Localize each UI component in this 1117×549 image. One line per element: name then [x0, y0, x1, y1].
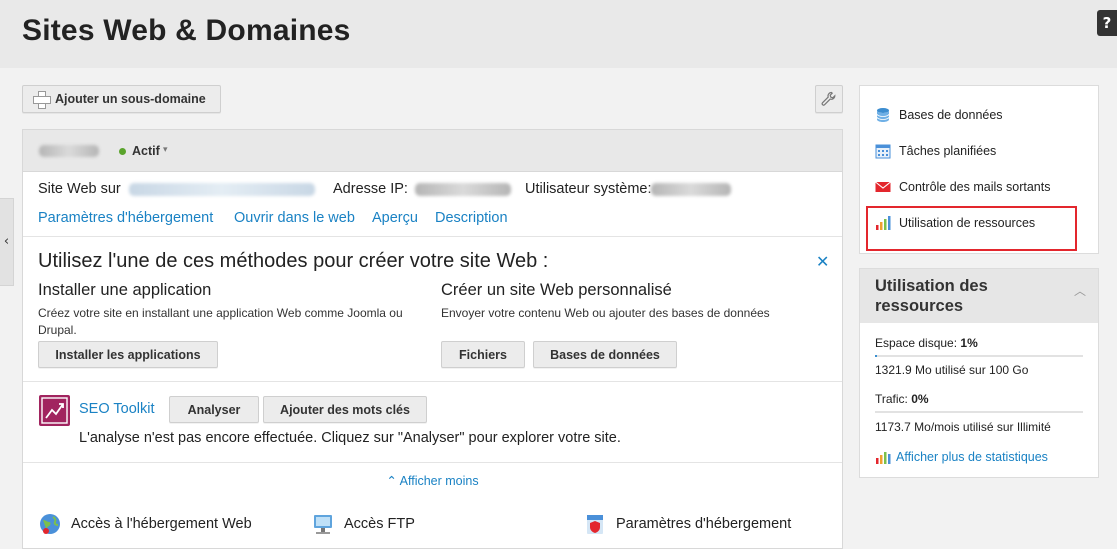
site-url-redacted[interactable]: [129, 183, 315, 196]
custom-site-description: Envoyer votre contenu Web ou ajouter des…: [441, 306, 770, 320]
highlight-box: [866, 206, 1077, 251]
domain-card-header: Actif ▾: [23, 130, 842, 172]
page-header: Sites Web & Domaines ?: [0, 0, 1117, 68]
disk-space-label: Espace disque: 1%: [875, 336, 978, 350]
scheduled-tasks-label: Tâches planifiées: [899, 144, 997, 158]
disk-usage-detail: 1321.9 Mo utilisé sur 100 Go: [875, 363, 1029, 377]
install-app-description: Créez votre site en installant une appli…: [38, 306, 403, 337]
databases-menu-item[interactable]: Bases de données: [875, 107, 1003, 123]
disk-value: 1%: [960, 336, 978, 350]
show-less-label: Afficher moins: [399, 474, 479, 488]
ip-label: Adresse IP:: [333, 181, 408, 197]
domain-name-redacted[interactable]: [39, 145, 99, 157]
databases-button[interactable]: Bases de données: [533, 341, 677, 368]
seo-toolkit-link[interactable]: SEO Toolkit: [79, 401, 155, 417]
ip-value-redacted: [415, 183, 511, 196]
seo-toolkit-icon: [39, 395, 70, 426]
add-keywords-button[interactable]: Ajouter des mots clés: [263, 396, 427, 423]
web-hosting-access-label: Accès à l'hébergement Web: [71, 516, 252, 532]
traffic-usage-bar: [875, 411, 1083, 413]
resource-panel-header: Utilisation des ressources ︿: [860, 269, 1098, 323]
status-dot: [119, 148, 126, 155]
wrench-icon: [821, 91, 836, 106]
system-user-redacted: [651, 183, 731, 196]
create-site-title: Utilisez l'une de ces méthodes pour crée…: [38, 250, 549, 272]
disk-label-text: Espace disque:: [875, 336, 958, 350]
traffic-value: 0%: [911, 392, 929, 406]
hosting-parameters-label: Paramètres d'hébergement: [616, 516, 792, 532]
chevron-up-icon[interactable]: ︿: [1074, 282, 1086, 299]
add-subdomain-button[interactable]: Ajouter un sous-domaine: [22, 85, 221, 113]
resource-usage-panel: Utilisation des ressources ︿ Espace disq…: [859, 268, 1099, 478]
show-less-toggle[interactable]: ⌃ Afficher moins: [23, 473, 842, 488]
open-in-web-link[interactable]: Ouvrir dans le web: [234, 210, 355, 226]
outgoing-mail-label: Contrôle des mails sortants: [899, 180, 1051, 194]
divider: [23, 236, 842, 237]
install-app-title: Installer une application: [38, 281, 212, 299]
databases-menu-label: Bases de données: [899, 108, 1003, 122]
chevron-up-icon: ⌃: [386, 474, 400, 488]
hosting-settings-icon: [587, 515, 603, 534]
help-button[interactable]: ?: [1097, 10, 1117, 36]
resource-panel-title: Utilisation des ressources: [875, 277, 988, 315]
divider: [23, 462, 842, 463]
description-link[interactable]: Description: [435, 210, 508, 226]
calendar-icon: [875, 144, 891, 159]
plus-icon: [33, 91, 51, 109]
web-hosting-access-item[interactable]: Accès à l'hébergement Web: [38, 512, 252, 536]
system-user-label: Utilisateur système:: [525, 181, 652, 197]
database-icon: [876, 108, 890, 122]
divider: [23, 381, 842, 382]
traffic-label-text: Trafic:: [875, 392, 908, 406]
right-shortcuts-panel: Bases de données Tâches planifiées Contr…: [859, 85, 1099, 254]
traffic-usage-detail: 1173.7 Mo/mois utilisé sur Illimité: [875, 420, 1051, 434]
hosting-parameters-item[interactable]: Paramètres d'hébergement: [583, 512, 791, 536]
status-label[interactable]: Actif: [132, 144, 160, 158]
more-stats-label: Afficher plus de statistiques: [896, 450, 1048, 464]
add-subdomain-label: Ajouter un sous-domaine: [55, 92, 206, 106]
ftp-icon: [314, 515, 332, 534]
close-icon[interactable]: ✕: [816, 252, 829, 271]
hosting-settings-link[interactable]: Paramètres d'hébergement: [38, 210, 213, 226]
scheduled-tasks-menu-item[interactable]: Tâches planifiées: [875, 143, 996, 159]
install-apps-button[interactable]: Installer les applications: [38, 341, 218, 368]
outgoing-mail-menu-item[interactable]: Contrôle des mails sortants: [875, 179, 1050, 195]
analyze-button[interactable]: Analyser: [169, 396, 259, 423]
custom-site-title: Créer un site Web personnalisé: [441, 281, 672, 299]
mail-icon: [875, 181, 891, 192]
settings-wrench-button[interactable]: [815, 85, 843, 113]
files-button[interactable]: Fichiers: [441, 341, 525, 368]
globe-icon: [40, 514, 60, 534]
sidebar-collapse-toggle[interactable]: ‹: [0, 198, 14, 286]
traffic-label: Trafic: 0%: [875, 392, 929, 406]
site-label: Site Web sur: [38, 181, 121, 197]
preview-link[interactable]: Aperçu: [372, 210, 418, 226]
bar-chart-icon: [876, 452, 891, 464]
seo-status-message: L'analyse n'est pas encore effectuée. Cl…: [79, 430, 621, 446]
page-title: Sites Web & Domaines: [22, 14, 351, 47]
domain-card: Actif ▾ Site Web sur Adresse IP: Utilisa…: [22, 129, 843, 549]
disk-usage-fill: [875, 355, 878, 357]
more-stats-link[interactable]: Afficher plus de statistiques: [875, 449, 1048, 465]
chevron-left-icon: ‹: [3, 234, 10, 249]
disk-usage-bar: [875, 355, 1083, 357]
ftp-access-label: Accès FTP: [344, 516, 415, 532]
ftp-access-item[interactable]: Accès FTP: [311, 512, 415, 536]
chevron-down-icon[interactable]: ▾: [163, 145, 168, 155]
